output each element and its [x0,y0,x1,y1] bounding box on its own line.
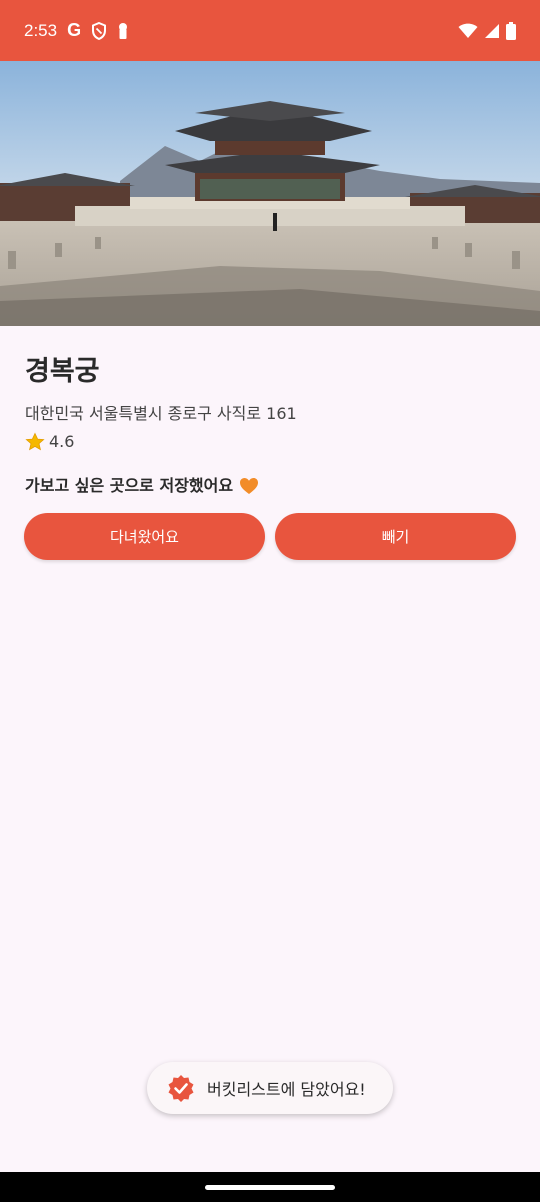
navigation-bar [0,1172,540,1202]
cellular-signal-icon [485,23,499,38]
shield-icon [92,21,107,40]
hero-image [0,61,540,326]
status-bar: 2:53 G [0,0,540,61]
home-indicator[interactable] [205,1185,335,1190]
palace-photo [0,61,540,326]
battery-icon [506,21,516,40]
rating-value: 4.6 [49,432,75,451]
place-title: 경복궁 [25,356,100,387]
saved-message-text: 가보고 싶은 곳으로 저장했어요 [25,476,234,495]
keyhole-icon [119,22,128,39]
wifi-icon [458,23,478,38]
google-icon: G [67,20,82,40]
place-detail: 경복궁 대한민국 서울특별시 종로구 사직로 161 4.6 가보고 싶은 곳으… [25,352,515,497]
rating-row: 4.6 [25,431,515,453]
toast-message: 버킷리스트에 담았어요! [207,1080,366,1099]
place-address: 대한민국 서울특별시 종로구 사직로 161 [25,404,297,423]
status-time: 2:53 [24,20,58,40]
toast-notification: 버킷리스트에 담았어요! [147,1062,393,1114]
remove-button[interactable]: 빼기 [275,513,516,560]
heart-icon [240,478,259,494]
action-buttons: 다녀왔어요 빼기 [24,513,516,560]
visited-button[interactable]: 다녀왔어요 [24,513,265,560]
saved-message: 가보고 싶은 곳으로 저장했어요 [25,475,515,497]
check-badge-icon [168,1075,194,1102]
star-icon [25,432,45,451]
